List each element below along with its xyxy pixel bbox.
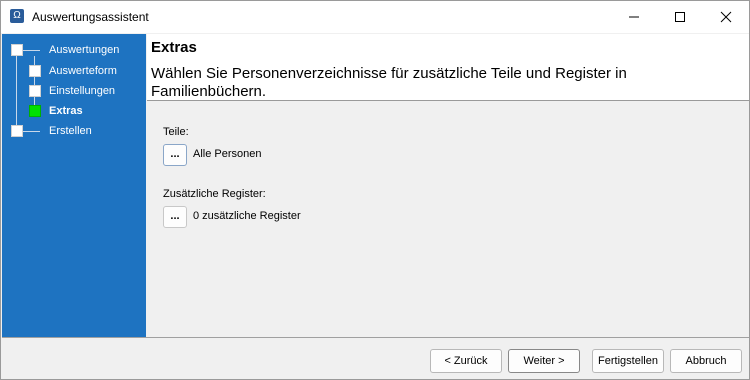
page-title: Extras — [151, 39, 197, 56]
sidebar-item-erstellen[interactable]: Erstellen — [49, 125, 92, 137]
app-icon: Ω — [10, 9, 24, 23]
page-subtitle: Wählen Sie Personenverzeichnisse für zus… — [151, 65, 627, 100]
tree-connector — [22, 50, 40, 51]
sidebar-item-auswerteform[interactable]: Auswerteform — [49, 65, 117, 77]
sidebar-item-einstellungen[interactable]: Einstellungen — [49, 85, 115, 97]
minimize-icon — [629, 16, 639, 18]
close-icon — [720, 11, 732, 23]
back-button[interactable]: < Zurück — [430, 349, 502, 373]
register-browse-button[interactable]: ... — [163, 206, 187, 228]
next-button[interactable]: Weiter > — [508, 349, 580, 373]
teile-browse-button[interactable]: ... — [163, 144, 187, 166]
sidebar-item-auswertungen[interactable]: Auswertungen — [49, 44, 119, 56]
tree-connector — [34, 56, 35, 106]
title-bar: Ω Auswertungsassistent — [1, 1, 749, 33]
register-value: 0 zusätzliche Register — [193, 210, 301, 222]
maximize-button[interactable] — [657, 1, 703, 33]
step-node-erstellen — [11, 125, 23, 137]
step-node-einstellungen — [29, 85, 41, 97]
step-node-auswerteform — [29, 65, 41, 77]
wizard-steps-sidebar: Auswertungen Auswerteform Einstellungen … — [2, 34, 146, 337]
wizard-content: Extras Wählen Sie Personenverzeichnisse … — [147, 34, 749, 337]
register-label: Zusätzliche Register: — [163, 188, 266, 200]
step-node-auswertungen — [11, 44, 23, 56]
step-node-extras — [29, 105, 41, 117]
window-title: Auswertungsassistent — [32, 10, 149, 24]
tree-connector — [16, 56, 17, 132]
close-button[interactable] — [703, 1, 749, 33]
footer-divider — [2, 337, 749, 338]
wizard-window: Ω Auswertungsassistent Auswertungen Ausw… — [0, 0, 750, 380]
sidebar-item-extras[interactable]: Extras — [49, 105, 83, 117]
cancel-button[interactable]: Abbruch — [670, 349, 742, 373]
minimize-button[interactable] — [611, 1, 657, 33]
page-header: Extras Wählen Sie Personenverzeichnisse … — [147, 34, 749, 101]
maximize-icon — [675, 12, 685, 22]
teile-label: Teile: — [163, 126, 189, 138]
finish-button[interactable]: Fertigstellen — [592, 349, 664, 373]
teile-value: Alle Personen — [193, 148, 262, 160]
